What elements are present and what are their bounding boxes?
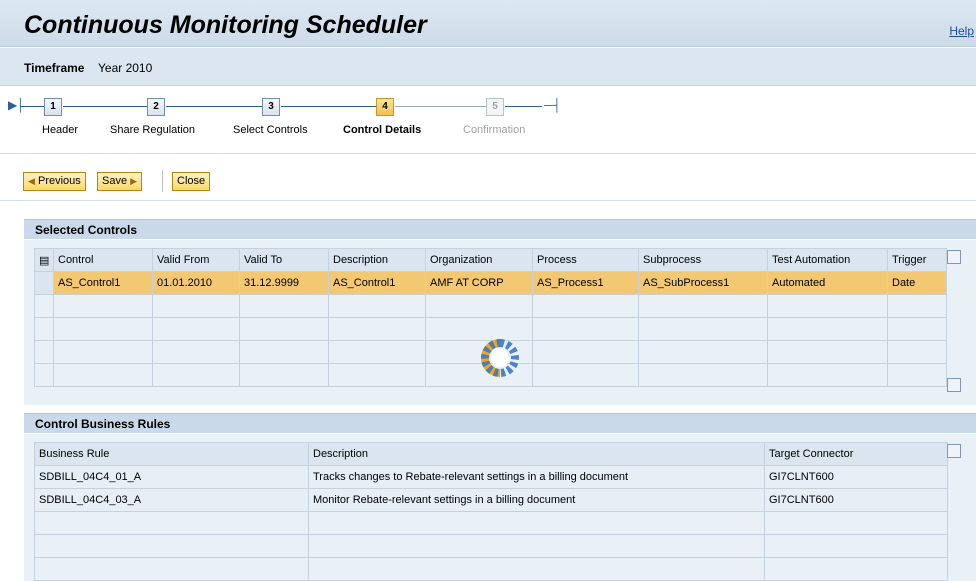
column-header[interactable]: Test Automation (767, 248, 888, 272)
table-row[interactable]: AS_Control1 01.01.2010 31.12.9999 AS_Con… (34, 271, 947, 295)
roadmap-label-header[interactable]: Header (42, 124, 78, 136)
table-cell: AS_SubProcess1 (638, 271, 768, 295)
table-cell: GI7CLNT600 (764, 488, 948, 512)
column-header[interactable]: Description (328, 248, 426, 272)
close-button[interactable]: Close (172, 172, 211, 191)
table-cell: SDBILL_04C4_03_A (34, 488, 309, 512)
previous-label: Previous (37, 175, 81, 187)
save-button[interactable]: Save ▶ (97, 172, 143, 191)
table-cell: 01.01.2010 (152, 271, 240, 295)
column-header[interactable]: Subprocess (638, 248, 768, 272)
column-header[interactable]: Business Rule (34, 442, 309, 466)
table-cell: AS_Control1 (53, 271, 153, 295)
roadmap-step-1[interactable]: 1 (44, 98, 62, 116)
table-row-empty (34, 511, 948, 535)
table-cell: 31.12.9999 (239, 271, 329, 295)
arrow-left-icon: ◀ (28, 176, 35, 186)
selected-controls-panel: ▤ Control Valid From Valid To Descriptio… (24, 240, 976, 405)
table-header-row: ▤ Control Valid From Valid To Descriptio… (34, 248, 947, 272)
table-cell: Automated (767, 271, 888, 295)
table-row-empty (34, 294, 947, 318)
business-rules-table: Business Rule Description Target Connect… (34, 442, 948, 581)
column-header[interactable]: Valid From (152, 248, 240, 272)
timeframe-label: Timeframe (24, 61, 85, 75)
table-header-row: Business Rule Description Target Connect… (34, 442, 948, 466)
table-cell: Monitor Rebate-relevant settings in a bi… (308, 488, 765, 512)
previous-button[interactable]: ◀ Previous (23, 172, 86, 191)
roadmap-line (281, 106, 376, 107)
column-header[interactable]: Valid To (239, 248, 329, 272)
row-selector[interactable] (34, 271, 54, 295)
scroll-up-button[interactable] (947, 250, 961, 264)
table-row-empty (34, 557, 948, 581)
column-header[interactable]: Organization (425, 248, 533, 272)
scroll-up-button[interactable] (947, 444, 961, 458)
table-cell: AS_Control1 (328, 271, 426, 295)
column-header[interactable]: Trigger (887, 248, 947, 272)
roadmap: ▶│ 1 2 3 4 5 ─┤ Header Share Regulation … (0, 86, 976, 154)
roadmap-step-2[interactable]: 2 (147, 98, 165, 116)
title-bar: Continuous Monitoring Scheduler Help (0, 0, 976, 47)
table-cell: Date (887, 271, 947, 295)
roadmap-step-3[interactable]: 3 (262, 98, 280, 116)
roadmap-label-share-regulation[interactable]: Share Regulation (110, 124, 195, 136)
column-header[interactable]: Control (53, 248, 153, 272)
table-cell: SDBILL_04C4_01_A (34, 465, 309, 489)
roadmap-step-4[interactable]: 4 (376, 98, 394, 116)
column-header[interactable]: Description (308, 442, 765, 466)
column-header[interactable]: Target Connector (764, 442, 948, 466)
scroll-down-button[interactable] (947, 378, 961, 392)
help-link[interactable]: Help (949, 24, 974, 38)
table-row-empty (34, 534, 948, 558)
toolbar: ◀ Previous Save ▶ Close (0, 155, 976, 201)
roadmap-label-confirmation: Confirmation (463, 124, 526, 136)
roadmap-line (505, 106, 542, 107)
selected-controls-header: Selected Controls (24, 219, 976, 239)
page-title: Continuous Monitoring Scheduler (24, 11, 427, 39)
business-rules-panel: Business Rule Description Target Connect… (24, 434, 976, 581)
arrow-right-icon: ▶ (130, 176, 138, 186)
loading-spinner-icon (481, 339, 519, 377)
table-cell: AMF AT CORP (425, 271, 533, 295)
toolbar-separator (162, 170, 163, 192)
roadmap-label-select-controls[interactable]: Select Controls (233, 124, 308, 136)
roadmap-line (63, 106, 147, 107)
timeframe-value: Year 2010 (98, 61, 153, 75)
table-row[interactable]: SDBILL_04C4_03_A Monitor Rebate-relevant… (34, 488, 948, 512)
table-cell: AS_Process1 (532, 271, 639, 295)
table-row[interactable]: SDBILL_04C4_01_A Tracks changes to Rebat… (34, 465, 948, 489)
roadmap-step-5: 5 (486, 98, 504, 116)
roadmap-start-icon: ▶│ (8, 98, 25, 112)
save-label: Save (102, 175, 128, 187)
table-cell: GI7CLNT600 (764, 465, 948, 489)
close-label: Close (177, 175, 206, 187)
roadmap-line (20, 106, 44, 107)
roadmap-label-control-details[interactable]: Control Details (343, 124, 421, 136)
business-rules-header: Control Business Rules (24, 413, 976, 433)
roadmap-line (395, 106, 486, 107)
table-settings-icon[interactable]: ▤ (34, 248, 54, 272)
column-header[interactable]: Process (532, 248, 639, 272)
table-cell: Tracks changes to Rebate-relevant settin… (308, 465, 765, 489)
roadmap-end-icon: ─┤ (544, 98, 562, 112)
timeframe-bar: Timeframe Year 2010 (0, 48, 976, 86)
roadmap-line (166, 106, 262, 107)
